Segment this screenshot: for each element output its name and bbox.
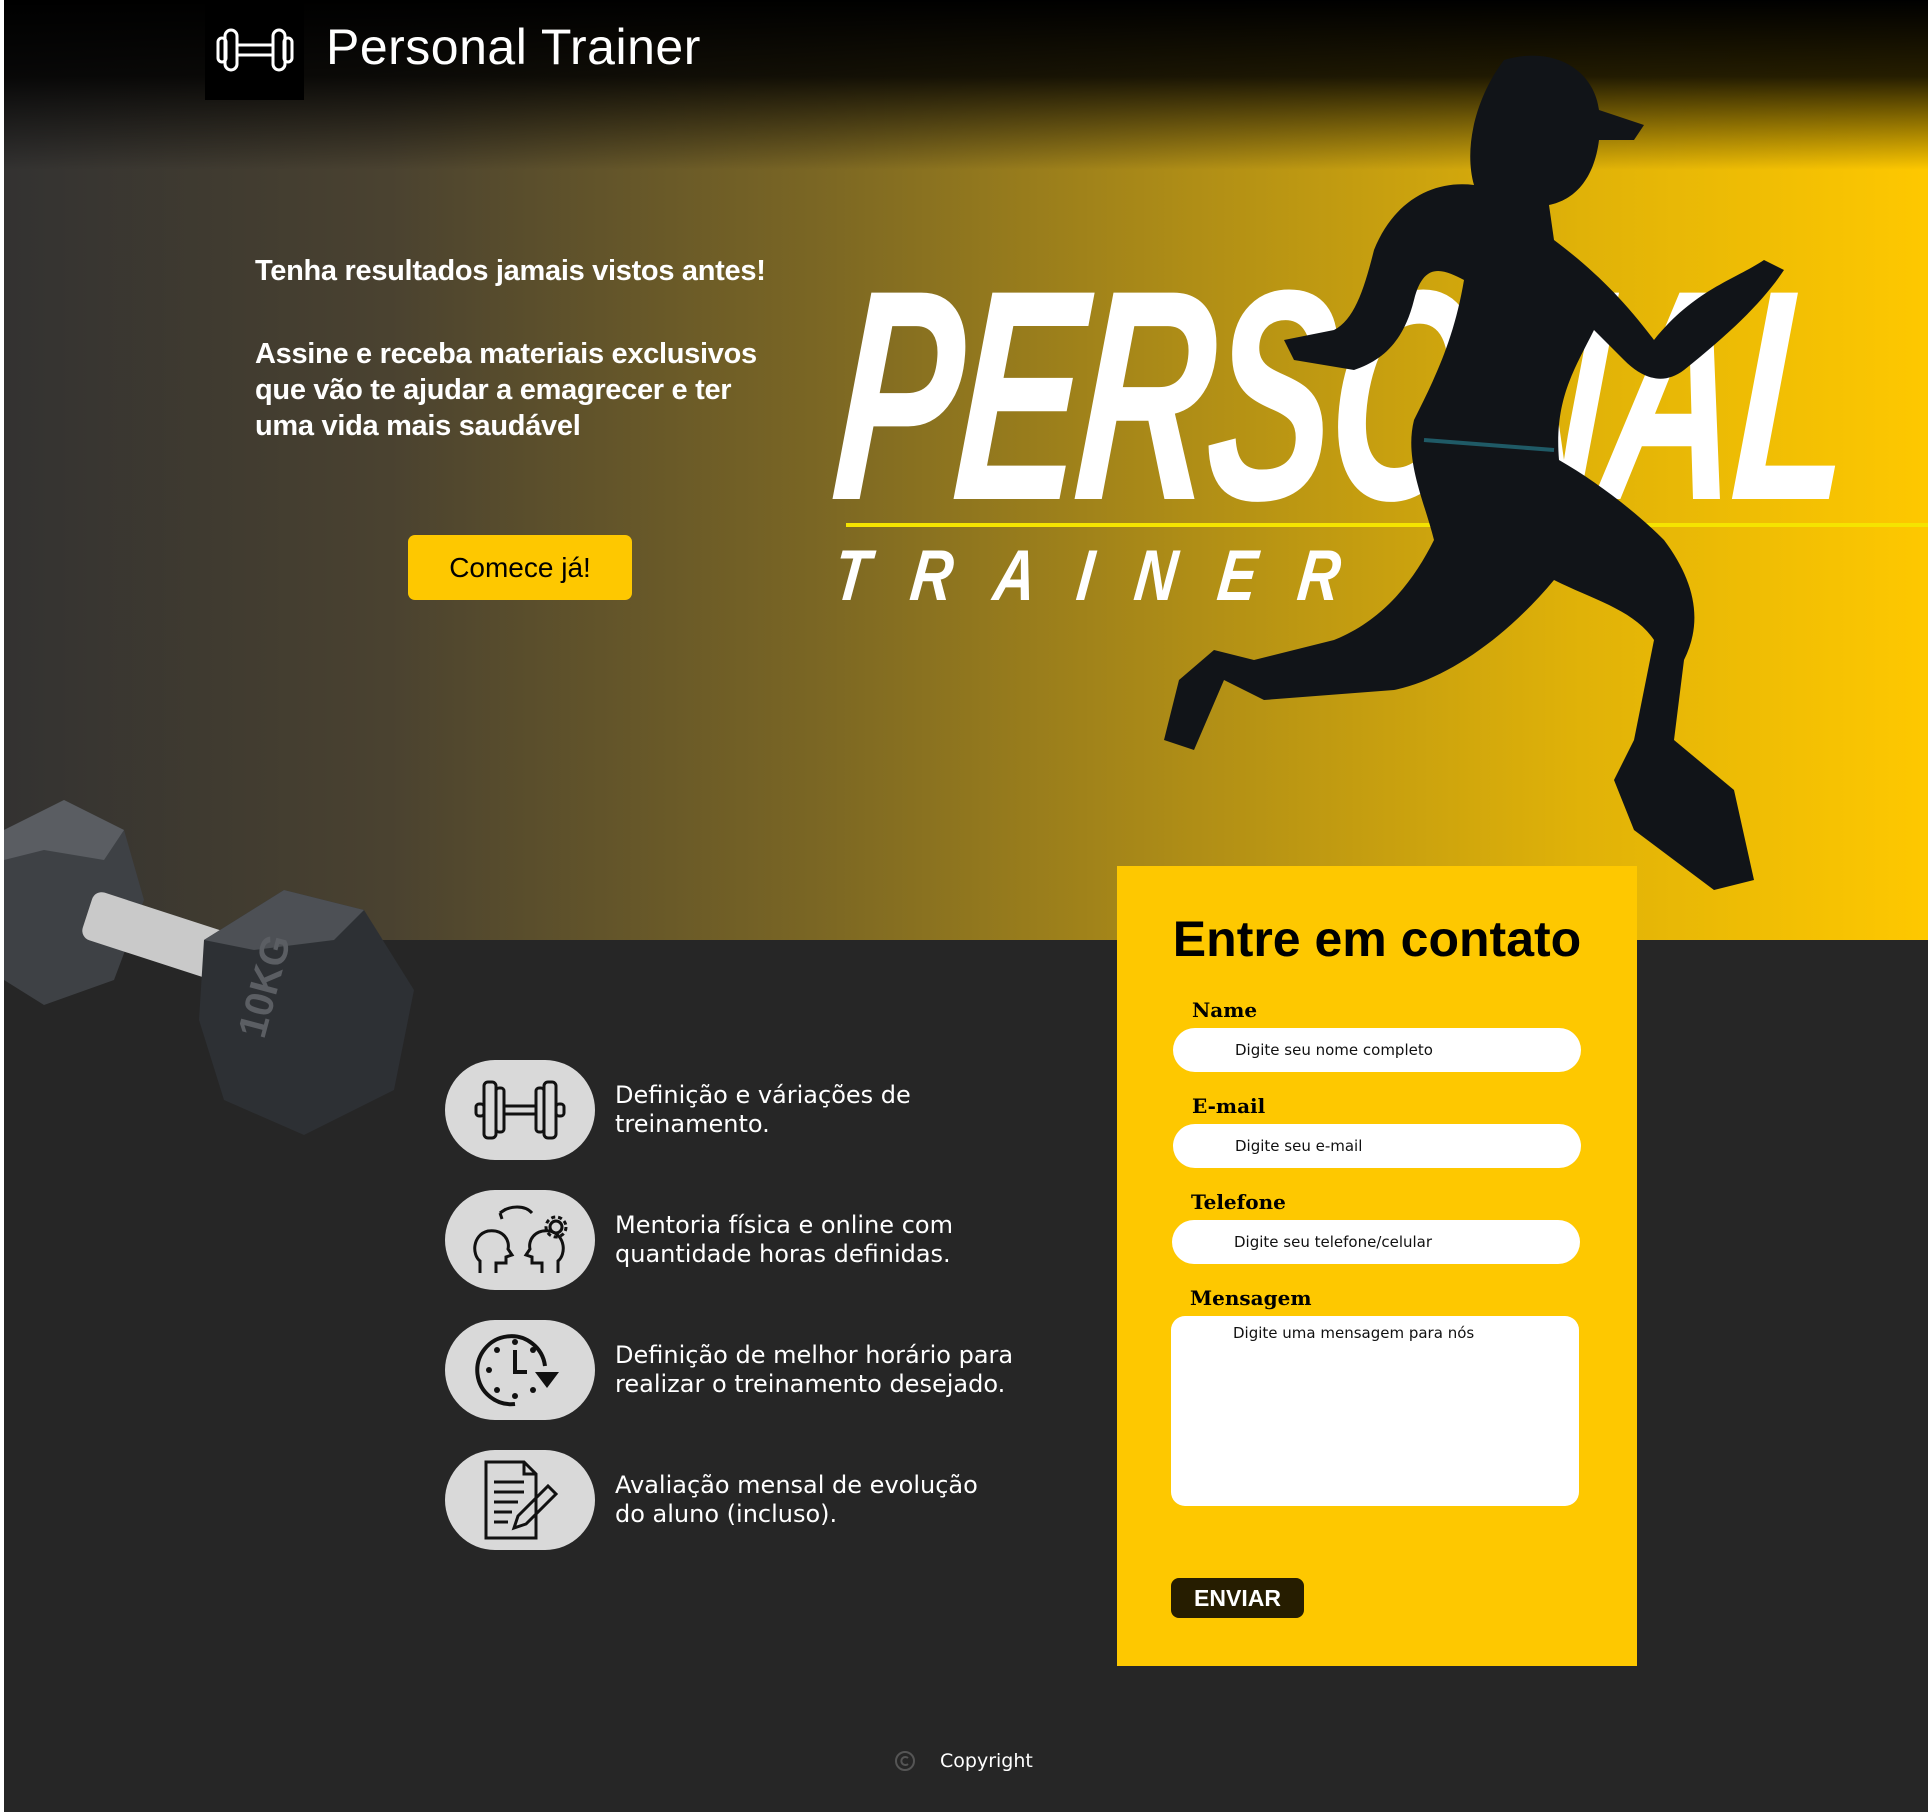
phone-input[interactable]	[1172, 1220, 1580, 1264]
email-input[interactable]	[1173, 1124, 1581, 1168]
hero-section: Personal Trainer Tenha resultados jamais…	[4, 0, 1928, 1135]
features-list: Definição e váriações de treinamento. Me…	[445, 1060, 1015, 1580]
logo[interactable]	[205, 0, 304, 100]
feature-icon-badge	[445, 1320, 595, 1420]
submit-button[interactable]: ENVIAR	[1171, 1578, 1304, 1618]
feature-icon-badge	[445, 1450, 595, 1550]
document-edit-icon	[484, 1460, 559, 1540]
brand-title: Personal Trainer	[326, 19, 701, 75]
mentoring-heads-icon	[473, 1205, 568, 1273]
message-label: Mensagem	[1190, 1286, 1312, 1310]
contact-form: Entre em contato Name E-mail Telefone Me…	[1117, 866, 1637, 1666]
feature-item: Definição e váriações de treinamento.	[445, 1060, 1015, 1160]
clock-icon	[475, 1334, 559, 1407]
phone-label: Telefone	[1191, 1190, 1286, 1214]
feature-icon-badge	[445, 1060, 595, 1160]
feature-text: Definição de melhor horário para realiza…	[615, 1341, 1014, 1398]
page: Personal Trainer Tenha resultados jamais…	[4, 0, 1928, 1812]
feature-item: Definição de melhor horário para realiza…	[445, 1320, 1015, 1420]
hero-pitch: Assine e receba materiais exclusivos que…	[255, 338, 757, 442]
dumbbell-icon	[474, 1080, 566, 1140]
runner-image	[1164, 55, 1784, 891]
footer: Copyright	[894, 1750, 1033, 1772]
message-textarea[interactable]	[1171, 1316, 1579, 1506]
feature-icon-badge	[445, 1190, 595, 1290]
copyright-text: Copyright	[940, 1750, 1033, 1772]
copyright-icon	[895, 1751, 915, 1771]
start-now-button[interactable]: Comece já!	[408, 535, 632, 600]
feature-item: Mentoria física e online com quantidade …	[445, 1190, 1015, 1290]
dumbbell-icon	[216, 28, 293, 72]
contact-title: Entre em contato	[1172, 911, 1582, 967]
feature-text: Mentoria física e online com quantidade …	[615, 1211, 953, 1268]
name-input[interactable]	[1173, 1028, 1581, 1072]
feature-text: Avaliação mensal de evolução do aluno (i…	[615, 1471, 978, 1528]
hero-tagline: Tenha resultados jamais vistos antes!	[255, 255, 766, 287]
dumbbell-image: 10KG	[4, 800, 414, 1135]
name-label: Name	[1192, 998, 1258, 1022]
feature-item: Avaliação mensal de evolução do aluno (i…	[445, 1450, 1015, 1550]
email-label: E-mail	[1192, 1094, 1266, 1118]
feature-text: Definição e váriações de treinamento.	[615, 1081, 911, 1138]
